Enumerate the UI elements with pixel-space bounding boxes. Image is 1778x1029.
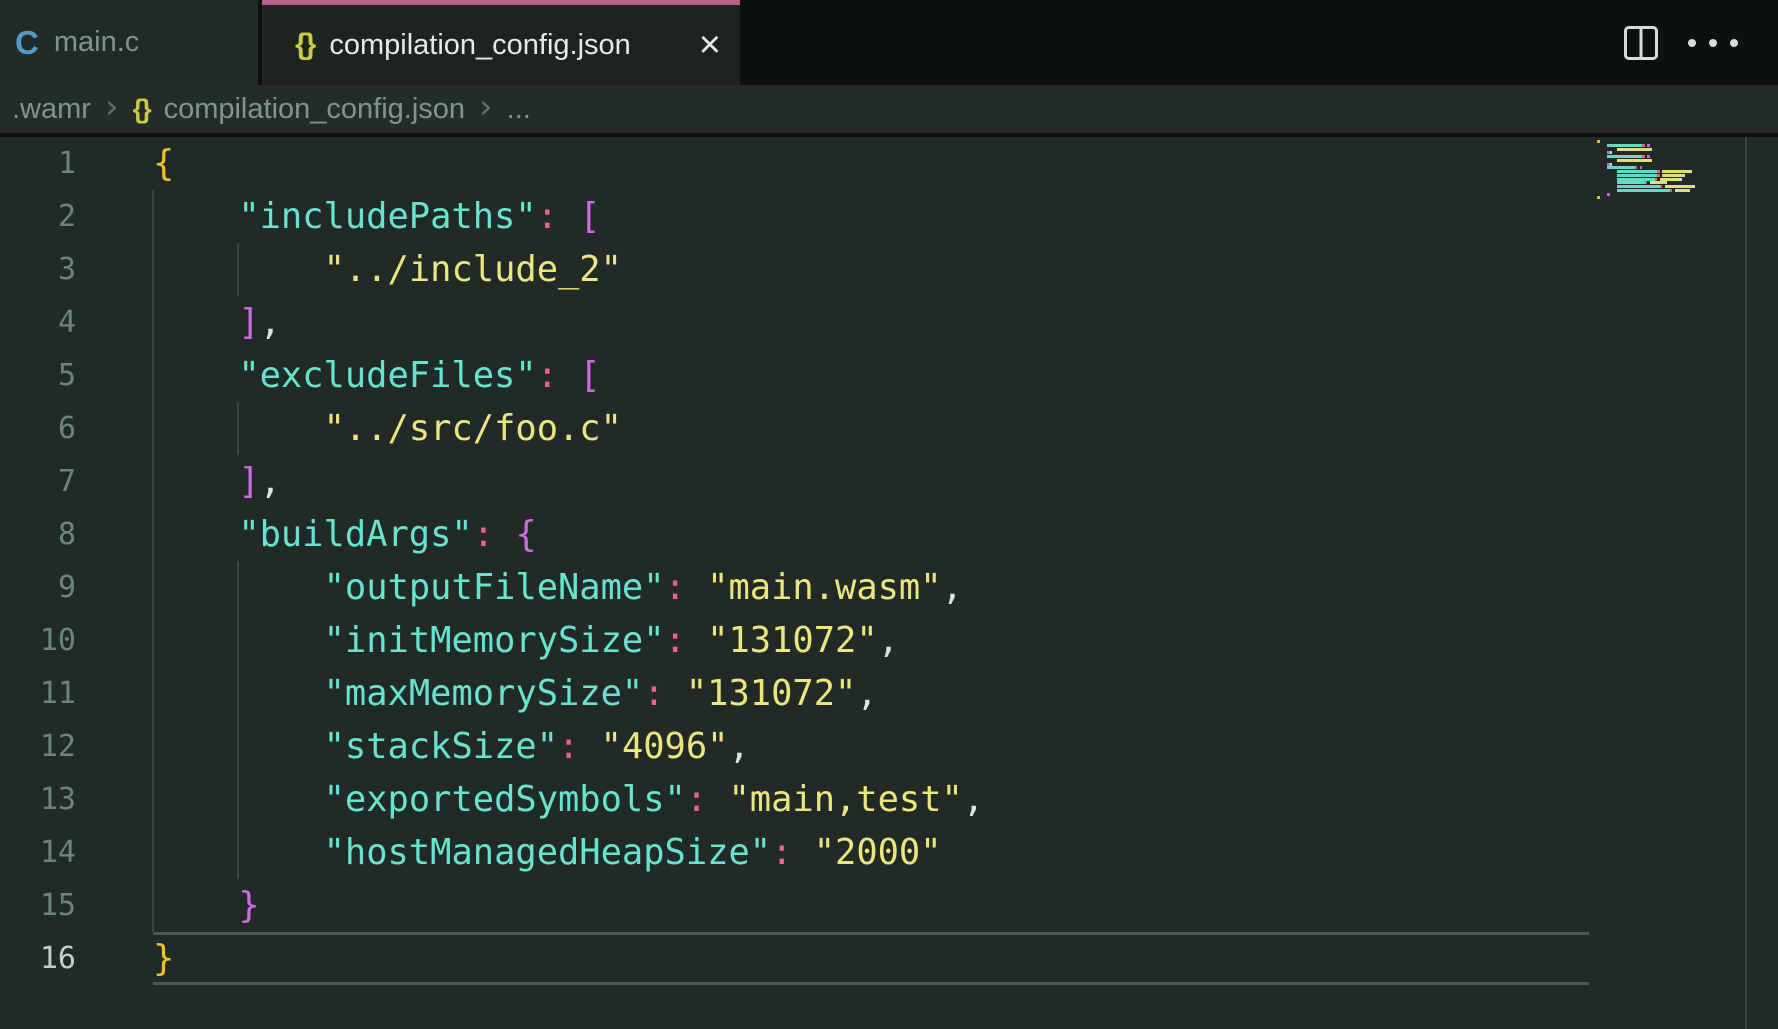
line-number: 5: [0, 349, 76, 402]
minimap-line: [1617, 159, 1652, 162]
line-number: 1: [0, 137, 76, 190]
code-text: "maxMemorySize": "131072",: [153, 667, 878, 720]
line-number: 7: [0, 455, 76, 508]
minimap-line: [1617, 185, 1695, 188]
code-line[interactable]: 11 "maxMemorySize": "131072",: [0, 667, 1778, 720]
code-area[interactable]: 1{2"includePaths": [3"../include_2"4],5"…: [0, 137, 1778, 985]
line-number: 3: [0, 243, 76, 296]
code-line[interactable]: 3 "../include_2": [0, 243, 1778, 296]
code-text: "excludeFiles": [: [153, 349, 601, 402]
code-text: "includePaths": [: [153, 190, 601, 243]
code-line[interactable]: 16}: [0, 932, 1778, 985]
minimap-line: [1597, 140, 1600, 143]
code-line[interactable]: 12 "stackSize": "4096",: [0, 720, 1778, 773]
code-line[interactable]: 4],: [0, 296, 1778, 349]
line-number: 14: [0, 826, 76, 879]
line-number: 8: [0, 508, 76, 561]
code-text: ],: [153, 296, 281, 349]
code-line[interactable]: 7],: [0, 455, 1778, 508]
code-text: "initMemorySize": "131072",: [153, 614, 899, 667]
chevron-right-icon: ›: [105, 90, 119, 128]
code-line[interactable]: 2 "includePaths": [: [0, 190, 1778, 243]
split-editor-icon[interactable]: [1624, 26, 1658, 60]
minimap-line: [1607, 144, 1650, 147]
code-line[interactable]: 13 "exportedSymbols": "main,test",: [0, 773, 1778, 826]
minimap-line: [1607, 163, 1612, 166]
minimap-line: [1617, 181, 1667, 184]
code-text: "stackSize": "4096",: [153, 720, 750, 773]
line-number: 12: [0, 720, 76, 773]
editor-actions: [740, 0, 1778, 85]
minimap-line: [1607, 151, 1612, 154]
code-text: ],: [153, 455, 281, 508]
breadcrumb-file[interactable]: compilation_config.json: [164, 93, 465, 126]
minimap-line: [1617, 189, 1690, 192]
code-line[interactable]: 9 "outputFileName": "main.wasm",: [0, 561, 1778, 614]
line-number: 2: [0, 190, 76, 243]
minimap-line: [1617, 170, 1692, 173]
line-number: 4: [0, 296, 76, 349]
line-number: 9: [0, 561, 76, 614]
breadcrumb: .wamr › {} compilation_config.json › ...: [0, 85, 1778, 133]
tab-compilation-config-json[interactable]: {} compilation_config.json ×: [262, 0, 740, 85]
chevron-right-icon: ›: [479, 90, 493, 128]
json-braces-icon: {}: [295, 28, 314, 62]
minimap-line: [1617, 178, 1682, 181]
code-text: "exportedSymbols": "main,test",: [153, 773, 984, 826]
tab-label: main.c: [54, 26, 139, 59]
close-icon[interactable]: ×: [699, 26, 721, 64]
code-line[interactable]: 8 "buildArgs": {: [0, 508, 1778, 561]
line-number: 11: [0, 667, 76, 720]
line-number: 16: [0, 932, 76, 985]
tab-bar: C main.c {} compilation_config.json ×: [0, 0, 1778, 85]
minimap[interactable]: [1590, 137, 1743, 1029]
c-file-icon: C: [15, 24, 39, 62]
minimap-line: [1617, 174, 1685, 177]
minimap-line: [1607, 193, 1610, 196]
code-text: "hostManagedHeapSize": "2000": [153, 826, 942, 879]
code-line[interactable]: 1{: [0, 137, 1778, 190]
code-text: "../src/foo.c": [153, 402, 622, 455]
code-line[interactable]: 14 "hostManagedHeapSize": "2000": [0, 826, 1778, 879]
minimap-line: [1607, 155, 1650, 158]
code-line[interactable]: 10 "initMemorySize": "131072",: [0, 614, 1778, 667]
code-line[interactable]: 15}: [0, 879, 1778, 932]
code-text: }: [153, 879, 260, 932]
line-number: 6: [0, 402, 76, 455]
minimap-divider: [1745, 137, 1747, 1029]
current-line-highlight: [153, 932, 1589, 985]
line-number: 13: [0, 773, 76, 826]
code-text: "buildArgs": {: [153, 508, 537, 561]
code-text: "../include_2": [153, 243, 622, 296]
minimap-line: [1597, 196, 1600, 199]
code-text: "outputFileName": "main.wasm",: [153, 561, 963, 614]
breadcrumb-folder[interactable]: .wamr: [12, 93, 91, 126]
breadcrumb-symbol-ellipsis[interactable]: ...: [507, 93, 531, 126]
code-line[interactable]: 5 "excludeFiles": [: [0, 349, 1778, 402]
editor[interactable]: 1{2"includePaths": [3"../include_2"4],5"…: [0, 137, 1778, 1029]
code-line[interactable]: 6 "../src/foo.c": [0, 402, 1778, 455]
tab-label: compilation_config.json: [329, 29, 630, 62]
minimap-line: [1617, 148, 1652, 151]
more-actions-icon[interactable]: [1688, 39, 1738, 47]
line-number: 15: [0, 879, 76, 932]
json-braces-icon: {}: [133, 94, 150, 125]
tab-main-c[interactable]: C main.c: [0, 0, 262, 85]
minimap-line: [1607, 166, 1642, 169]
line-number: 10: [0, 614, 76, 667]
code-text: {: [153, 137, 174, 190]
